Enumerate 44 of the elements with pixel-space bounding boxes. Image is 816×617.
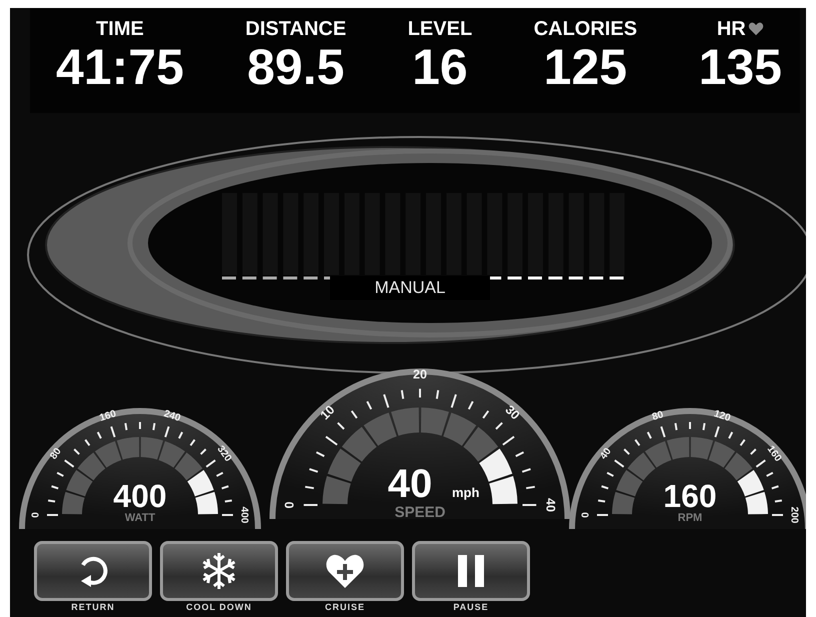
gauge-tick-label: 160 bbox=[98, 408, 118, 424]
gauge-tick-label: 320 bbox=[214, 444, 234, 464]
gauge-tick-label: 120 bbox=[712, 408, 732, 424]
button-label: CRUISE bbox=[324, 602, 365, 613]
stat-value: 16 bbox=[412, 40, 468, 94]
gauge-tick-label: 0 bbox=[30, 512, 42, 518]
gauge-value: 400 bbox=[113, 478, 167, 514]
gauge-value: 160 bbox=[663, 478, 717, 514]
gauge-tick-label: 30 bbox=[502, 402, 522, 422]
gauge-label: SPEED bbox=[394, 504, 446, 521]
stat-value: 135 bbox=[698, 40, 782, 94]
gauge-tick-label: 40 bbox=[598, 446, 614, 462]
heart-icon bbox=[748, 22, 764, 36]
gauge-tick-label: 200 bbox=[788, 506, 800, 524]
gauge-tick-label: 400 bbox=[238, 506, 250, 524]
gauge-tick-label: 10 bbox=[318, 402, 338, 422]
button-label: PAUSE bbox=[453, 602, 489, 613]
stat-label: HR bbox=[716, 18, 746, 40]
gauge-tick-label: 0 bbox=[282, 502, 296, 508]
control-button[interactable] bbox=[34, 541, 152, 601]
button-label: RETURN bbox=[71, 602, 115, 613]
gauge-value: 40 bbox=[388, 462, 432, 506]
control-button[interactable] bbox=[412, 541, 530, 601]
stat-value: 89.5 bbox=[247, 40, 344, 94]
gauge-tick-label: 0 bbox=[580, 512, 592, 518]
button-label: COOL DOWN bbox=[186, 602, 252, 613]
stat-value: 41:75 bbox=[56, 40, 184, 94]
program-name: MANUAL bbox=[330, 276, 490, 300]
stat-label: CALORIES bbox=[534, 18, 638, 40]
control-button[interactable] bbox=[286, 541, 404, 601]
gauge-label: WATT bbox=[124, 512, 156, 524]
gauge-tick-label: 80 bbox=[650, 409, 665, 424]
gauge-tick-label: 240 bbox=[162, 408, 182, 424]
stat-label: LEVEL bbox=[408, 18, 472, 40]
gauge-tick-label: 40 bbox=[544, 498, 558, 512]
gauge-unit: mph bbox=[452, 485, 480, 500]
gauge-tick-label: 160 bbox=[764, 444, 784, 464]
stat-label: TIME bbox=[96, 18, 144, 40]
stat-value: 125 bbox=[544, 40, 628, 94]
gauge-tick-label: 20 bbox=[413, 367, 427, 382]
gauge-tick-label: 80 bbox=[48, 446, 64, 462]
control-button[interactable] bbox=[160, 541, 278, 601]
stat-label: DISTANCE bbox=[245, 18, 346, 40]
gauge-label: RPM bbox=[678, 512, 702, 524]
